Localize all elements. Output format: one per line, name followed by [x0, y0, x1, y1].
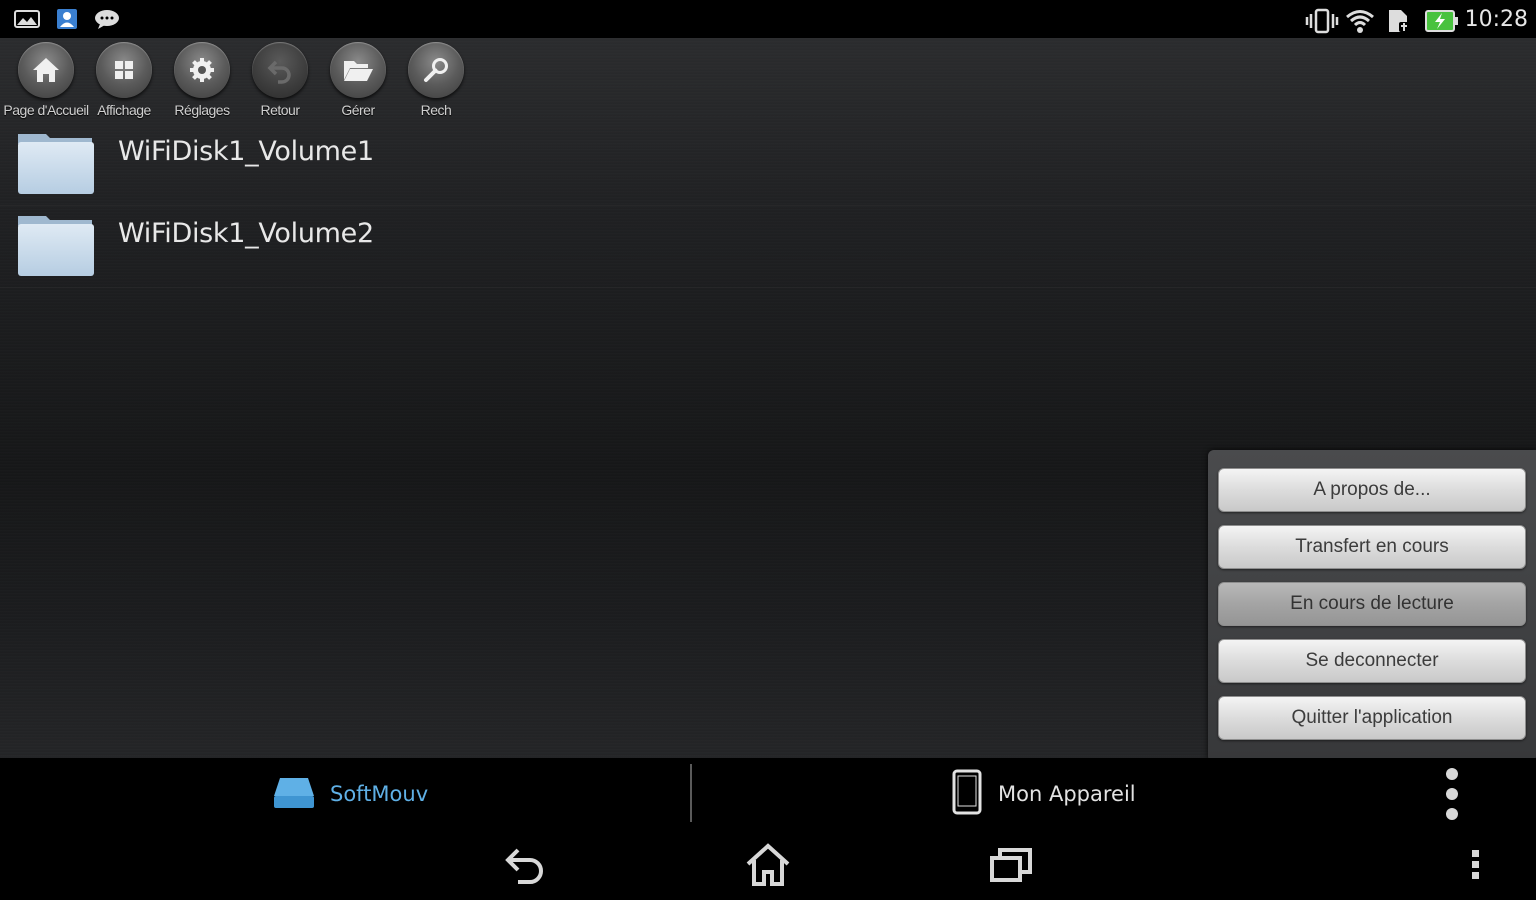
status-bar: 10:28	[0, 0, 1536, 38]
nav-menu-button[interactable]	[1462, 840, 1490, 890]
search-button[interactable]: Rech	[398, 42, 474, 118]
nav-back-button[interactable]	[498, 840, 554, 890]
settings-label: Réglages	[174, 102, 230, 118]
file-name: WiFiDisk1_Volume1	[118, 136, 374, 167]
back-button[interactable]: Retour	[242, 42, 318, 118]
home-button[interactable]: Page d'Accueil	[3, 42, 89, 118]
list-item[interactable]: WiFiDisk1_Volume2	[0, 206, 1536, 288]
home-outline-icon	[746, 843, 790, 886]
nav-home-button[interactable]	[740, 840, 796, 890]
disconnect-button[interactable]: Se deconnecter	[1218, 639, 1526, 683]
overflow-menu-button[interactable]	[1440, 764, 1464, 824]
contact-notification-icon	[54, 8, 80, 30]
tab-softmouv[interactable]: SoftMouv	[272, 758, 428, 830]
search-label: Rech	[420, 102, 452, 118]
view-label: Affichage	[97, 102, 151, 118]
tab-mon-appareil[interactable]: Mon Appareil	[950, 758, 1136, 830]
overflow-menu: A propos de... Transfert en cours En cou…	[1208, 450, 1536, 780]
list-item[interactable]: WiFiDisk1_Volume1	[0, 124, 1536, 206]
view-button[interactable]: Affichage	[86, 42, 162, 118]
home-icon	[18, 42, 74, 98]
overflow-dot	[1446, 808, 1458, 820]
back-label: Retour	[260, 102, 300, 118]
recent-apps-icon	[990, 848, 1032, 882]
tab-divider	[690, 764, 692, 822]
folder-icon	[16, 130, 96, 196]
back-icon	[505, 848, 543, 884]
now-playing-button[interactable]: En cours de lecture	[1218, 582, 1526, 626]
settings-button[interactable]: Réglages	[164, 42, 240, 118]
manage-label: Gérer	[341, 102, 375, 118]
nav-recents-button[interactable]	[984, 840, 1040, 890]
folder-open-icon	[330, 42, 386, 98]
picture-notification-icon	[14, 8, 40, 30]
file-list: WiFiDisk1_Volume1 WiFiDisk1_Volume2	[0, 124, 1536, 288]
sim-icon	[1385, 8, 1411, 32]
tab-mon-appareil-label: Mon Appareil	[998, 782, 1136, 806]
battery-charging-icon	[1424, 8, 1458, 32]
quit-button[interactable]: Quitter l'application	[1218, 696, 1526, 740]
tab-softmouv-label: SoftMouv	[330, 782, 429, 806]
about-button[interactable]: A propos de...	[1218, 468, 1526, 512]
status-time: 10:28	[1464, 6, 1528, 32]
overflow-dot	[1446, 788, 1458, 800]
chat-notification-icon	[94, 8, 120, 30]
grid-icon	[96, 42, 152, 98]
menu-dots-icon	[1472, 850, 1479, 879]
tab-bar: SoftMouv Mon Appareil	[0, 758, 1536, 830]
wifi-icon	[1345, 8, 1374, 33]
search-icon	[408, 42, 464, 98]
nas-drive-icon	[272, 774, 316, 815]
phone-icon	[950, 769, 984, 820]
toolbar: Page d'Accueil Affichage Réglages Retour…	[3, 42, 474, 118]
folder-icon	[16, 212, 96, 278]
overflow-dot	[1446, 768, 1458, 780]
back-arrow-icon	[252, 42, 308, 98]
gear-icon	[174, 42, 230, 98]
navigation-bar	[0, 830, 1536, 900]
manage-button[interactable]: Gérer	[320, 42, 396, 118]
vibrate-icon	[1305, 8, 1338, 34]
file-name: WiFiDisk1_Volume2	[118, 218, 374, 249]
home-label: Page d'Accueil	[3, 102, 89, 118]
transfers-button[interactable]: Transfert en cours	[1218, 525, 1526, 569]
